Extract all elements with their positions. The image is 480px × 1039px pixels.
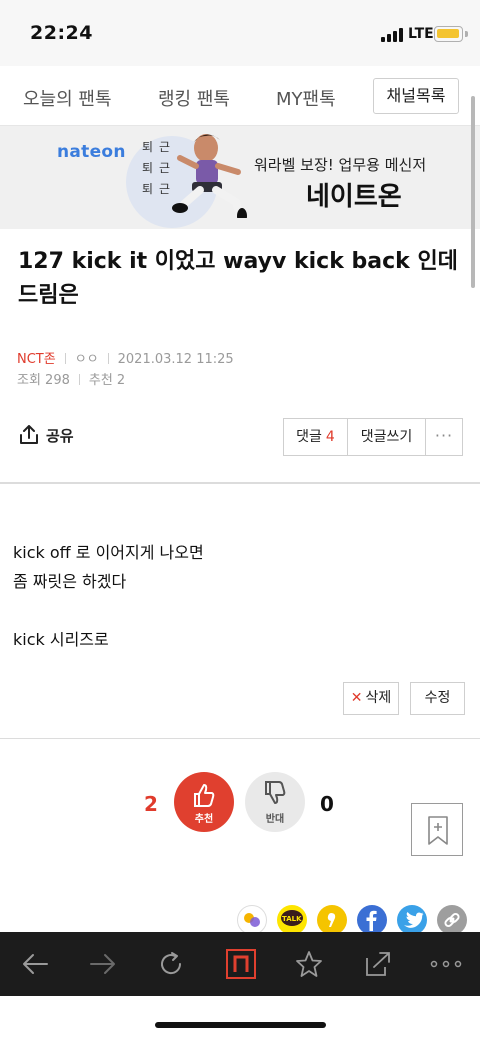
oppose-button[interactable]: 반대 [245, 772, 305, 832]
tab-my[interactable]: MY팬톡 [276, 85, 336, 111]
recommend-label: 추천 [194, 814, 214, 825]
talk-label: TALK [282, 915, 302, 923]
oppose-count: 0 [320, 792, 334, 816]
recommend-stat: 추천 2 [88, 373, 126, 388]
delete-label: 삭제 [365, 690, 392, 706]
recommend-count: 2 [144, 792, 158, 816]
star-icon[interactable] [295, 950, 323, 978]
browser-toolbar [0, 932, 480, 996]
refresh-icon[interactable] [157, 950, 185, 978]
clock: 22:24 [30, 22, 93, 44]
share-button[interactable]: 공유 [18, 425, 74, 446]
battery-icon [434, 26, 463, 42]
channel-link[interactable]: NCT존 [17, 352, 56, 367]
recommend-button[interactable]: 추천 [174, 772, 234, 832]
kakao-channel-icon[interactable] [317, 905, 347, 935]
edit-button[interactable]: 수정 [410, 682, 465, 715]
divider [0, 482, 480, 484]
body-line [13, 596, 204, 625]
back-arrow-icon[interactable] [20, 950, 50, 978]
export-icon[interactable] [364, 950, 392, 978]
forward-arrow-icon[interactable] [88, 950, 118, 978]
delete-button[interactable]: ✕ 삭제 [343, 682, 399, 715]
twitter-icon[interactable] [397, 905, 427, 935]
post-body: kick off 로 이어지게 나오면 좀 짜릿은 하겠다 kick 시리즈로 [13, 538, 204, 654]
home-indicator[interactable] [155, 1022, 326, 1028]
tab-today[interactable]: 오늘의 팬톡 [23, 85, 112, 111]
comments-button[interactable]: 댓글 4 [284, 419, 348, 455]
more-icon[interactable] [430, 960, 462, 968]
tab-ranking[interactable]: 랭킹 팬톡 [158, 85, 230, 111]
more-button[interactable]: ··· [426, 419, 462, 455]
scrollbar[interactable] [471, 96, 475, 288]
bookmark-icon [428, 816, 448, 845]
oppose-label: 반대 [265, 814, 285, 825]
author: ㅇㅇ [74, 352, 99, 367]
close-icon: ✕ [350, 690, 363, 706]
signal-icon [381, 28, 403, 42]
write-comment-button[interactable]: 댓글쓰기 [348, 419, 426, 455]
banner-title: 네이트온 [306, 182, 402, 212]
share-icon [20, 425, 38, 444]
thumbs-down-icon [265, 781, 286, 804]
share-label: 공유 [46, 427, 74, 445]
view-count: 조회 298 [17, 373, 70, 388]
post-meta: NCT존 ㅇㅇ 2021.03.12 11:25 [17, 348, 234, 367]
bookmark-button[interactable] [411, 803, 463, 856]
post-stats: 조회 298 추천 2 [17, 369, 125, 388]
home-area [0, 996, 480, 1039]
kakao-story-icon[interactable] [237, 905, 267, 935]
post-title: 127 kick it 이었고 wayv kick back 인데 드림은 [18, 249, 458, 308]
comments-label: 댓글 [296, 429, 322, 445]
facebook-icon[interactable] [357, 905, 387, 935]
nate-home-icon[interactable] [226, 949, 256, 979]
battery-tip [465, 31, 468, 37]
post-datetime: 2021.03.12 11:25 [117, 352, 234, 367]
body-line: 좀 짜릿은 하겠다 [13, 572, 127, 591]
link-icon[interactable] [437, 905, 467, 935]
body-line: kick 시리즈로 [13, 630, 109, 649]
running-man-illustration [172, 134, 247, 218]
status-bar: 22:24 LTE [0, 0, 480, 66]
comment-actions: 댓글 4 댓글쓰기 ··· [283, 418, 463, 456]
ad-banner[interactable]: nateon 퇴근 퇴근 퇴근 워라벨 보장! 업무용 메신저 네이트온 [0, 126, 480, 229]
thumbs-up-icon [194, 784, 215, 807]
body-line: kick off 로 이어지게 나오면 [13, 543, 204, 562]
nateon-logo: nateon [57, 142, 126, 162]
kakao-talk-icon[interactable]: TALK [277, 905, 307, 935]
comments-count: 4 [325, 429, 335, 445]
banner-subtitle: 워라벨 보장! 업무용 메신저 [254, 156, 427, 174]
channel-list-button[interactable]: 채널목록 [373, 78, 459, 114]
divider [0, 738, 480, 739]
network-type: LTE [408, 26, 434, 42]
top-nav: 오늘의 팬톡 랭킹 팬톡 MY팬톡 채널목록 [0, 66, 480, 126]
